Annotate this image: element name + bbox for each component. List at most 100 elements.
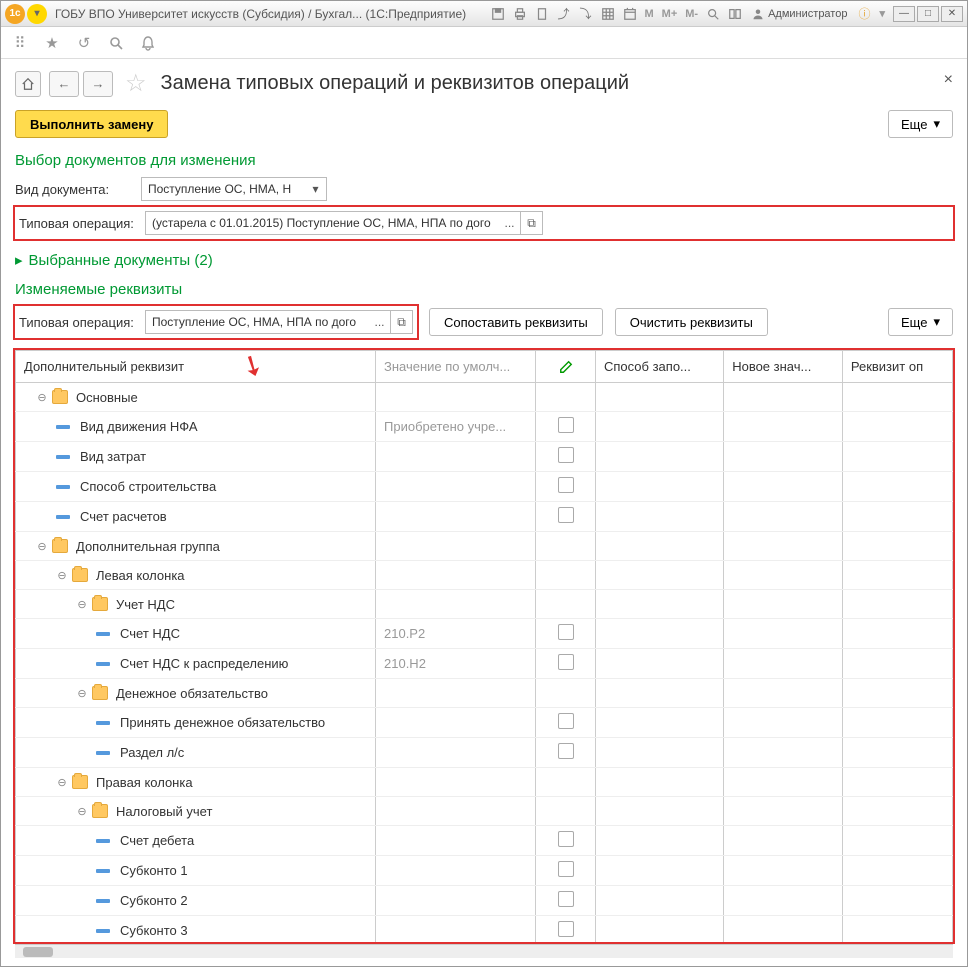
checkbox[interactable] — [558, 654, 574, 670]
op-type1-select-button[interactable]: ... — [499, 211, 521, 235]
tree-row[interactable]: ⊖Левая колонка — [16, 561, 953, 590]
favorite-star-button[interactable]: ☆ — [125, 69, 147, 98]
nav-back-button[interactable]: ← — [49, 71, 79, 97]
row-label: Субконто 2 — [120, 893, 188, 908]
more-button[interactable]: Еще▾ — [888, 110, 953, 138]
checkbox[interactable] — [558, 891, 574, 907]
expand-icon[interactable]: ⊖ — [76, 805, 88, 818]
tree-row[interactable]: Раздел л/с — [16, 738, 953, 768]
row-label: Дополнительная группа — [76, 539, 220, 554]
info-icon[interactable]: ⓘ — [855, 5, 873, 23]
requisites-tree-table: Дополнительный реквизит Значение по умол… — [15, 350, 953, 946]
expand-icon[interactable]: ⊖ — [76, 598, 88, 611]
zoom-icon[interactable] — [704, 5, 722, 23]
clear-requisites-button[interactable]: Очистить реквизиты — [615, 308, 768, 336]
op-type2-select-button[interactable]: ... — [369, 310, 391, 334]
folder-icon — [72, 568, 88, 582]
tree-row[interactable]: Счет НДС210.Р2 — [16, 619, 953, 649]
execute-button[interactable]: Выполнить замену — [15, 110, 168, 138]
tree-row[interactable]: Субконто 2 — [16, 886, 953, 916]
m-minus-icon[interactable]: M- — [683, 8, 700, 20]
col-op-requisite[interactable]: Реквизит оп — [842, 351, 952, 383]
section2-title: Изменяемые реквизиты — [15, 281, 953, 298]
op-type2-open-button[interactable]: ⧉ — [391, 310, 413, 334]
apps-icon[interactable]: ⠿ — [11, 34, 29, 52]
grid-icon[interactable] — [599, 5, 617, 23]
tree-row[interactable]: Принять денежное обязательство — [16, 708, 953, 738]
user-label[interactable]: Администратор — [748, 8, 851, 20]
home-button[interactable] — [15, 71, 41, 97]
doc-icon[interactable] — [533, 5, 551, 23]
tree-row[interactable]: Субконто 3 — [16, 916, 953, 946]
m-plus-icon[interactable]: M+ — [660, 8, 680, 20]
match-requisites-button[interactable]: Сопоставить реквизиты — [429, 308, 603, 336]
save-icon[interactable] — [489, 5, 507, 23]
leaf-icon — [56, 515, 70, 519]
tree-row[interactable]: ⊖Основные — [16, 383, 953, 412]
checkbox[interactable] — [558, 743, 574, 759]
checkbox[interactable] — [558, 624, 574, 640]
expand-icon[interactable]: ⊖ — [36, 391, 48, 404]
tree-row[interactable]: Вид движения НФАПриобретено учре... — [16, 412, 953, 442]
checkbox[interactable] — [558, 507, 574, 523]
expand-icon[interactable]: ⊖ — [56, 776, 68, 789]
export-icon[interactable]: ⤴ — [555, 5, 573, 23]
col-fill-method[interactable]: Способ запо... — [596, 351, 724, 383]
tree-row[interactable]: Счет расчетов — [16, 502, 953, 532]
tree-row[interactable]: Субконто 1 — [16, 856, 953, 886]
tree-row[interactable]: ⊖ Дополнительная группа — [16, 532, 953, 561]
col-new-value[interactable]: Новое знач... — [724, 351, 843, 383]
leaf-icon — [96, 869, 110, 873]
row-label: Субконто 3 — [120, 923, 188, 938]
op-type2-input[interactable]: Поступление ОС, НМА, НПА по дого — [145, 310, 369, 334]
tree-row[interactable]: Счет НДС к распределению210.Н2 — [16, 649, 953, 679]
folder-icon — [92, 597, 108, 611]
tree-row[interactable]: ⊖Денежное обязательство — [16, 679, 953, 708]
nav-forward-button[interactable]: → — [83, 71, 113, 97]
m-icon[interactable]: M — [643, 8, 656, 20]
col-edit-icon[interactable] — [536, 351, 596, 383]
tree-row[interactable]: Счет дебета — [16, 826, 953, 856]
print-icon[interactable] — [511, 5, 529, 23]
search-icon[interactable] — [107, 34, 125, 52]
expand-icon[interactable]: ⊖ — [76, 687, 88, 700]
dropdown-icon[interactable]: ▾ — [27, 4, 47, 24]
leaf-icon — [56, 425, 70, 429]
calendar-icon[interactable] — [621, 5, 639, 23]
page-close-button[interactable]: × — [944, 71, 953, 89]
checkbox[interactable] — [558, 477, 574, 493]
op-type1-open-button[interactable]: ⧉ — [521, 211, 543, 235]
panels-icon[interactable] — [726, 5, 744, 23]
checkbox[interactable] — [558, 713, 574, 729]
minimize-button[interactable]: — — [893, 6, 915, 22]
maximize-button[interactable]: □ — [917, 6, 939, 22]
selected-docs-link[interactable]: ▸Выбранные документы (2) — [15, 251, 953, 269]
info-dropdown-icon[interactable]: ▾ — [877, 7, 887, 20]
col-default[interactable]: Значение по умолч... — [376, 351, 536, 383]
checkbox[interactable] — [558, 861, 574, 877]
tree-row[interactable]: Вид затрат — [16, 442, 953, 472]
favorites-icon[interactable]: ★ — [43, 34, 61, 52]
tree-row[interactable]: ⊖Учет НДС — [16, 590, 953, 619]
horizontal-scrollbar[interactable] — [15, 944, 953, 958]
tree-row[interactable]: Способ строительства — [16, 472, 953, 502]
bell-icon[interactable] — [139, 34, 157, 52]
checkbox[interactable] — [558, 831, 574, 847]
history-icon[interactable]: ↺ — [75, 34, 93, 52]
col-requisite[interactable]: Дополнительный реквизит — [16, 351, 376, 383]
tree-row[interactable]: ⊖Правая колонка — [16, 768, 953, 797]
expand-icon[interactable]: ⊖ — [36, 540, 48, 553]
checkbox[interactable] — [558, 447, 574, 463]
more-button-2[interactable]: Еще▾ — [888, 308, 953, 336]
checkbox[interactable] — [558, 417, 574, 433]
row-label: Вид движения НФА — [80, 419, 198, 434]
close-button[interactable]: ✕ — [941, 6, 963, 22]
doc-type-input[interactable]: Поступление ОС, НМА, Н — [141, 177, 305, 201]
checkbox[interactable] — [558, 921, 574, 937]
doc-type-dropdown-button[interactable]: ▾ — [305, 177, 327, 201]
expand-icon[interactable]: ⊖ — [56, 569, 68, 582]
tree-row[interactable]: ⊖Налоговый учет — [16, 797, 953, 826]
import-icon[interactable]: ⤵ — [577, 5, 595, 23]
op-type1-input[interactable]: (устарела с 01.01.2015) Поступление ОС, … — [145, 211, 499, 235]
leaf-icon — [56, 485, 70, 489]
